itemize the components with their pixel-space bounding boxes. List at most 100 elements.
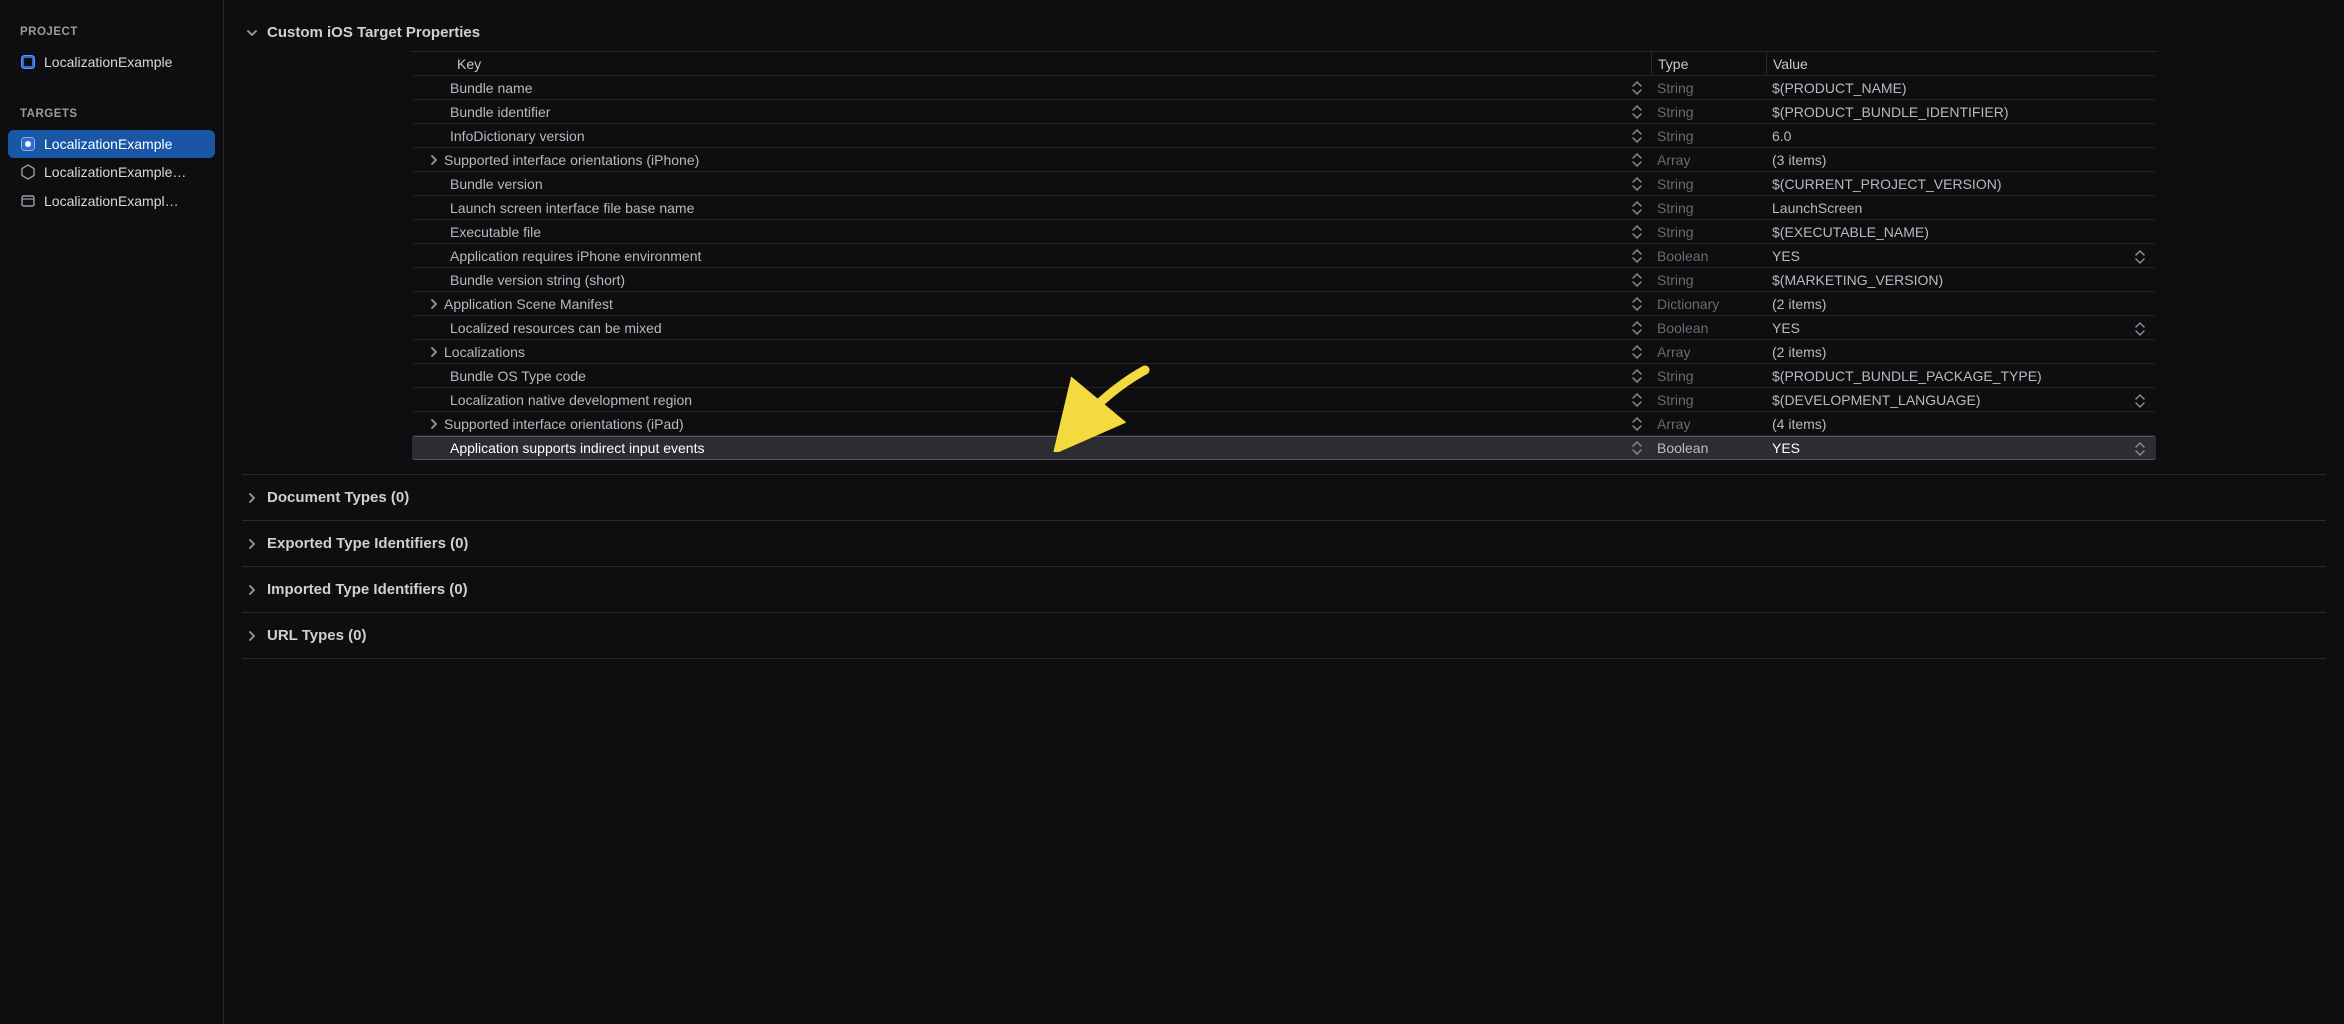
section-header[interactable]: Imported Type Identifiers (0) [242,571,2326,608]
plist-value-cell[interactable]: (3 items) [1766,150,2156,170]
key-stepper[interactable] [1625,440,1651,456]
plist-key-cell[interactable]: Bundle name [412,80,1625,96]
plist-value-cell[interactable]: $(DEVELOPMENT_LANGUAGE) [1766,390,2156,410]
col-value[interactable]: Value [1766,52,2156,75]
plist-type-cell[interactable]: String [1651,174,1766,194]
plist-key-cell[interactable]: Localization native development region [412,392,1625,408]
plist-key-cell[interactable]: Localizations [412,344,1625,360]
plist-row[interactable]: Supported interface orientations (iPad) A… [412,412,2156,436]
plist-row[interactable]: Bundle version string (short) String$(MAR… [412,268,2156,292]
target-item[interactable]: LocalizationExample… [8,158,215,186]
plist-row[interactable]: Bundle OS Type code String$(PRODUCT_BUNDL… [412,364,2156,388]
plist-type-cell[interactable]: Array [1651,414,1766,434]
plist-row[interactable]: Bundle name String$(PRODUCT_NAME) [412,76,2156,100]
key-stepper[interactable] [1625,224,1651,240]
key-stepper[interactable] [1625,104,1651,120]
plist-row[interactable]: Supported interface orientations (iPhone… [412,148,2156,172]
section-header[interactable]: Custom iOS Target Properties [242,14,2326,51]
plist-type-cell[interactable]: String [1651,126,1766,146]
plist-key-cell[interactable]: InfoDictionary version [412,128,1625,144]
plist-key-cell[interactable]: Launch screen interface file base name [412,200,1625,216]
key-stepper[interactable] [1625,176,1651,192]
plist-value-cell[interactable]: $(PRODUCT_BUNDLE_IDENTIFIER) [1766,102,2156,122]
plist-row[interactable]: Launch screen interface file base name St… [412,196,2156,220]
chevron-right-icon[interactable] [428,154,440,166]
plist-value-cell[interactable]: $(CURRENT_PROJECT_VERSION) [1766,174,2156,194]
plist-value-cell[interactable]: LaunchScreen [1766,198,2156,218]
key-stepper[interactable] [1625,272,1651,288]
plist-row[interactable]: Localized resources can be mixed BooleanY… [412,316,2156,340]
plist-row[interactable]: InfoDictionary version String6.0 [412,124,2156,148]
target-item[interactable]: LocalizationExample [8,130,215,158]
plist-type-cell[interactable]: String [1651,270,1766,290]
plist-key-cell[interactable]: Bundle version string (short) [412,272,1625,288]
key-stepper[interactable] [1625,392,1651,408]
stepper-icon[interactable] [2134,393,2146,407]
key-stepper[interactable] [1625,368,1651,384]
plist-key-cell[interactable]: Bundle OS Type code [412,368,1625,384]
plist-key-cell[interactable]: Application Scene Manifest [412,296,1625,312]
plist-value-cell[interactable]: $(EXECUTABLE_NAME) [1766,222,2156,242]
plist-type-cell[interactable]: Boolean [1651,246,1766,266]
plist-key-cell[interactable]: Localized resources can be mixed [412,320,1625,336]
plist-row[interactable]: Bundle version String$(CURRENT_PROJECT_VE… [412,172,2156,196]
key-stepper[interactable] [1625,80,1651,96]
plist-row[interactable]: Localizations Array(2 items) [412,340,2156,364]
plist-key-cell[interactable]: Supported interface orientations (iPhone… [412,152,1625,168]
plist-row[interactable]: Localization native development region St… [412,388,2156,412]
plist-type-cell[interactable]: String [1651,222,1766,242]
key-stepper[interactable] [1625,416,1651,432]
stepper-icon[interactable] [2134,249,2146,263]
chevron-right-icon[interactable] [428,346,440,358]
plist-row[interactable]: Executable file String$(EXECUTABLE_NAME) [412,220,2156,244]
plist-row[interactable]: Application requires iPhone environment B… [412,244,2156,268]
plist-value-cell[interactable]: (4 items) [1766,414,2156,434]
plist-value-cell[interactable]: (2 items) [1766,294,2156,314]
plist-type-cell[interactable]: Boolean [1651,318,1766,338]
stepper-icon[interactable] [2134,321,2146,335]
section-header[interactable]: Document Types (0) [242,479,2326,516]
plist-value-cell[interactable]: $(PRODUCT_NAME) [1766,78,2156,98]
plist-type-cell[interactable]: String [1651,198,1766,218]
plist-key-cell[interactable]: Bundle identifier [412,104,1625,120]
key-stepper[interactable] [1625,344,1651,360]
key-stepper[interactable] [1625,128,1651,144]
stepper-icon[interactable] [2134,441,2146,455]
plist-value-cell[interactable]: $(MARKETING_VERSION) [1766,270,2156,290]
section-header[interactable]: URL Types (0) [242,617,2326,654]
plist-type-cell[interactable]: String [1651,366,1766,386]
key-stepper[interactable] [1625,248,1651,264]
plist-value-cell[interactable]: 6.0 [1766,126,2156,146]
target-item[interactable]: LocalizationExampl… [8,187,215,215]
plist-value-cell[interactable]: (2 items) [1766,342,2156,362]
plist-type-cell[interactable]: String [1651,390,1766,410]
plist-row[interactable]: Application Scene Manifest Dictionary(2 i… [412,292,2156,316]
plist-type-cell[interactable]: String [1651,78,1766,98]
plist-type-cell[interactable]: Boolean [1651,438,1766,458]
key-stepper[interactable] [1625,152,1651,168]
plist-key-cell[interactable]: Application supports indirect input even… [412,440,1625,456]
plist-row[interactable]: Bundle identifier String$(PRODUCT_BUNDLE_… [412,100,2156,124]
plist-value-cell[interactable]: $(PRODUCT_BUNDLE_PACKAGE_TYPE) [1766,366,2156,386]
plist-row[interactable]: Application supports indirect input even… [412,436,2156,460]
plist-key-cell[interactable]: Executable file [412,224,1625,240]
key-stepper[interactable] [1625,320,1651,336]
plist-value-cell[interactable]: YES [1766,246,2156,266]
plist-value-cell[interactable]: YES [1766,318,2156,338]
col-key[interactable]: Key [412,56,1625,72]
project-item[interactable]: LocalizationExample [8,48,215,76]
col-type[interactable]: Type [1651,52,1766,75]
plist-type-cell[interactable]: Dictionary [1651,294,1766,314]
plist-key-cell[interactable]: Supported interface orientations (iPad) [412,416,1625,432]
plist-type-cell[interactable]: Array [1651,150,1766,170]
section-header[interactable]: Exported Type Identifiers (0) [242,525,2326,562]
plist-type-cell[interactable]: Array [1651,342,1766,362]
plist-value-cell[interactable]: YES [1766,438,2156,458]
key-stepper[interactable] [1625,296,1651,312]
plist-key-cell[interactable]: Bundle version [412,176,1625,192]
plist-key-cell[interactable]: Application requires iPhone environment [412,248,1625,264]
chevron-right-icon[interactable] [428,418,440,430]
key-stepper[interactable] [1625,200,1651,216]
plist-type-cell[interactable]: String [1651,102,1766,122]
chevron-right-icon[interactable] [428,298,440,310]
